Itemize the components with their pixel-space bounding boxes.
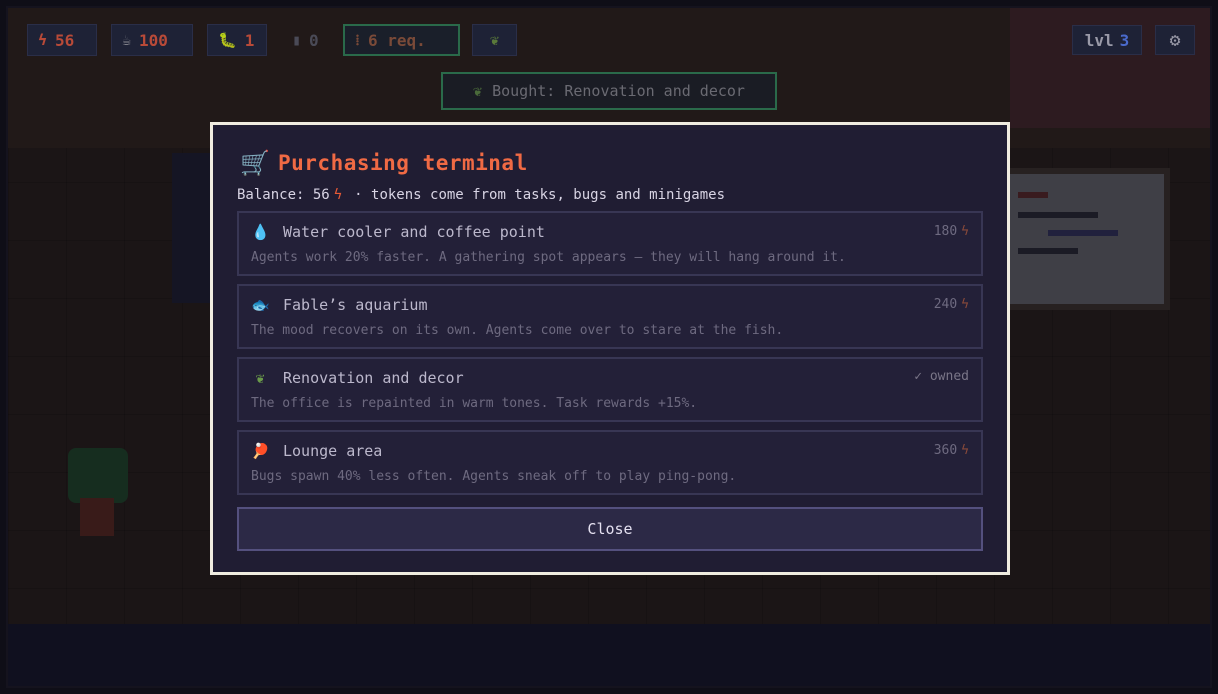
bug-icon: 🐛	[218, 31, 237, 49]
bolt-icon: ϟ	[961, 224, 969, 239]
decor-button[interactable]: ❦	[472, 24, 517, 56]
item-desc: Bugs spawn 40% less often. Agents sneak …	[251, 469, 737, 484]
tokens-counter: ϟ 56	[27, 24, 97, 56]
bolt-icon: ϟ	[333, 187, 343, 203]
level-indicator: lvl 3	[1072, 25, 1142, 55]
leaf-icon: ❦	[255, 369, 265, 387]
modal-header: 🛒 Purchasing terminal	[240, 149, 983, 177]
item-price: 360 ϟ	[934, 443, 969, 458]
purchasing-terminal-modal: 🛒 Purchasing terminal Balance: 56 ϟ · to…	[210, 122, 1010, 575]
balance-note: · tokens come from tasks, bugs and minig…	[354, 187, 726, 203]
request-icon: ⁞	[355, 30, 360, 49]
item-name: Water cooler and coffee point	[283, 223, 545, 241]
level-value: 3	[1119, 30, 1130, 50]
bolt-icon: ϟ	[38, 31, 48, 49]
shop-item-water-cooler[interactable]: 💧 Water cooler and coffee point Agents w…	[237, 211, 983, 276]
item-name: Lounge area	[283, 442, 383, 460]
purchase-toast: ❦ Bought: Renovation and decor	[441, 72, 777, 110]
item-price-value: 240	[933, 297, 958, 312]
shop-item-aquarium[interactable]: 🐟 Fable’s aquarium The mood recovers on …	[237, 284, 983, 349]
bolt-icon: ϟ	[961, 297, 969, 312]
bolt-icon: ϟ	[961, 443, 969, 458]
tokens-value: 56	[55, 30, 75, 50]
trash-counter: ▮ 0	[281, 24, 333, 56]
cart-icon: 🛒	[240, 149, 270, 177]
coffee-value: 100	[139, 30, 168, 50]
item-price: 240 ϟ	[934, 297, 969, 312]
requests-value: 6 req.	[368, 30, 426, 50]
toast-text: Bought: Renovation and decor	[492, 82, 745, 100]
item-desc: The office is repainted in warm tones. T…	[251, 396, 698, 411]
trash-icon: ▮	[292, 31, 302, 49]
balance-label: Balance: 56	[237, 187, 330, 203]
ping-pong-icon: 🏓	[251, 442, 270, 460]
modal-title: Purchasing terminal	[278, 151, 528, 175]
item-name: Fable’s aquarium	[283, 296, 428, 314]
game-stage: ϟ 56 ☕ 100 🐛 1 ▮ 0 ⁞ 6 req. ❦ lvl 3 ⚙ ❦ …	[0, 0, 1218, 694]
trash-value: 0	[309, 30, 319, 50]
gear-icon: ⚙	[1169, 29, 1181, 51]
settings-button[interactable]: ⚙	[1155, 25, 1195, 55]
bugs-value: 1	[244, 30, 255, 50]
shop-item-lounge[interactable]: 🏓 Lounge area Bugs spawn 40% less often.…	[237, 430, 983, 495]
item-name: Renovation and decor	[283, 369, 464, 387]
item-price-value: 360	[933, 443, 958, 458]
item-desc: The mood recovers on its own. Agents com…	[251, 323, 784, 338]
fish-icon: 🐟	[251, 296, 270, 314]
requests-counter[interactable]: ⁞ 6 req.	[343, 24, 460, 56]
coffee-counter: ☕ 100	[111, 24, 193, 56]
leaf-icon: ❦	[489, 31, 500, 49]
bugs-counter: 🐛 1	[207, 24, 267, 56]
shop-item-renovation: ❦ Renovation and decor The office is rep…	[237, 357, 983, 422]
owned-badge: ✓ owned	[914, 369, 969, 384]
coffee-icon: ☕	[122, 31, 132, 49]
level-label: lvl	[1084, 30, 1114, 50]
balance-line: Balance: 56 ϟ · tokens come from tasks, …	[237, 187, 983, 203]
water-drop-icon: 💧	[251, 223, 270, 241]
leaf-icon: ❦	[473, 82, 483, 100]
item-desc: Agents work 20% faster. A gathering spot…	[251, 250, 846, 265]
item-price: 180 ϟ	[934, 224, 969, 239]
item-price-value: 180	[933, 224, 958, 239]
close-button[interactable]: Close	[237, 507, 983, 551]
